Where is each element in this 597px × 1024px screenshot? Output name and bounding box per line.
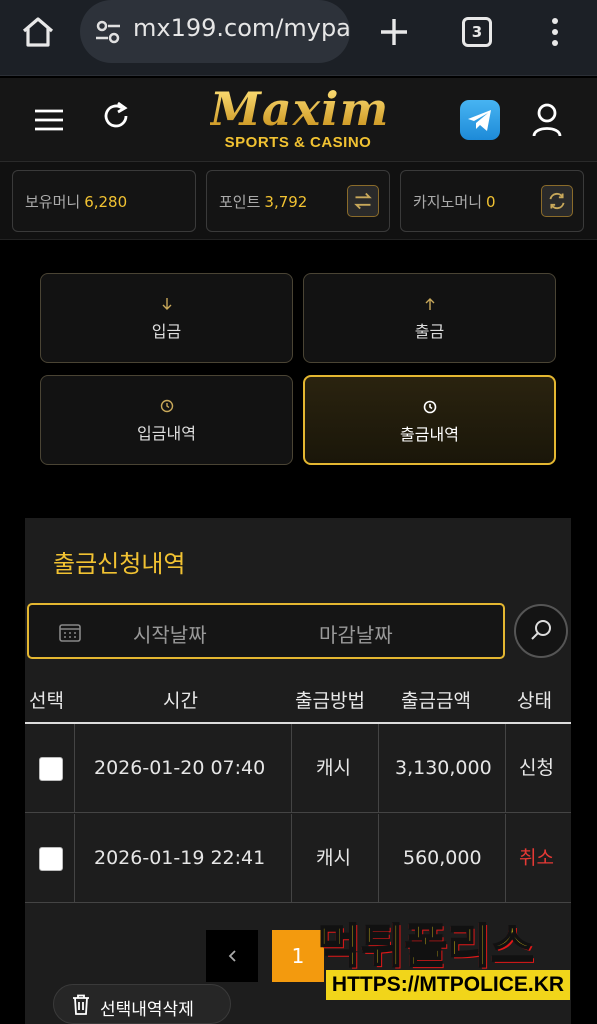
new-tab-icon[interactable]	[376, 14, 412, 50]
balance-point: 포인트 3,792	[206, 170, 390, 232]
balance-casino: 카지노머니 0	[400, 170, 584, 232]
row-method: 캐시	[316, 847, 351, 869]
watermark-url: HTTPS://MTPOLICE.KR	[326, 970, 570, 1000]
refresh-icon[interactable]	[100, 100, 132, 132]
balance-point-value: 3,792	[264, 193, 308, 211]
site-header: Maxim SPORTS & CASINO	[0, 78, 597, 162]
deposit-history-label: 입금내역	[137, 424, 196, 443]
search-icon	[531, 620, 551, 640]
row-time: 2026-01-20 07:40	[94, 757, 266, 779]
balance-money-value: 6,280	[84, 193, 128, 211]
delete-selected-label: 선택내역삭제	[100, 1000, 194, 1020]
watermark-title: 먹튀폴리스	[317, 918, 535, 974]
menu-icon[interactable]	[34, 108, 64, 132]
address-bar[interactable]: mx199.com/mypa	[80, 0, 351, 63]
logo-subtitle: SPORTS & CASINO	[224, 134, 372, 151]
balance-money-label: 보유머니 6,280	[25, 193, 128, 211]
balance-casino-label: 카지노머니 0	[413, 193, 496, 211]
row-checkbox[interactable]	[39, 847, 63, 871]
search-button[interactable]	[514, 604, 568, 658]
chevron-left-icon	[228, 950, 236, 962]
url-text[interactable]: mx199.com/mypa	[133, 14, 351, 42]
site-logo[interactable]: Maxim SPORTS & CASINO	[210, 82, 390, 156]
deposit-button[interactable]: 입금	[40, 273, 293, 363]
row-amount: 560,000	[403, 847, 482, 869]
row-checkbox[interactable]	[39, 757, 63, 781]
casino-refresh-button[interactable]	[541, 185, 573, 217]
table-row: 2026-01-20 07:40 캐시 3,130,000 신청	[25, 724, 571, 813]
arrow-down-icon	[162, 298, 171, 310]
arrow-up-icon	[425, 298, 434, 310]
start-date-input[interactable]: 시작날짜	[133, 619, 207, 648]
pagination-prev-button[interactable]	[206, 930, 258, 982]
point-convert-button[interactable]	[347, 185, 379, 217]
date-range-field[interactable]: 시작날짜 마감날짜	[27, 603, 505, 659]
balance-casino-value: 0	[486, 193, 496, 211]
watermark: 먹튀폴리스 HTTPS://MTPOLICE.KR	[317, 910, 570, 1002]
more-menu-icon[interactable]	[545, 14, 565, 50]
row-amount: 3,130,000	[395, 757, 492, 779]
end-date-input[interactable]: 마감날짜	[319, 619, 393, 648]
panel-title: 출금신청내역	[53, 550, 186, 578]
row-status: 취소	[519, 847, 554, 869]
trash-icon	[73, 994, 89, 1015]
swap-icon	[354, 192, 372, 210]
withdraw-label: 출금	[414, 322, 445, 341]
withdraw-history-button[interactable]: 출금내역	[303, 375, 556, 465]
refresh-icon	[549, 192, 565, 210]
telegram-button[interactable]	[460, 100, 500, 140]
pagination-page-current[interactable]: 1	[272, 930, 324, 982]
row-status: 신청	[519, 757, 554, 779]
deposit-history-button[interactable]: 입금내역	[40, 375, 293, 465]
table-row: 2026-01-19 22:41 캐시 560,000 취소	[25, 814, 571, 903]
home-icon[interactable]	[18, 14, 58, 50]
row-method: 캐시	[316, 757, 351, 779]
site-settings-icon[interactable]	[94, 18, 122, 46]
row-time: 2026-01-19 22:41	[94, 847, 266, 869]
withdraw-history-label: 출금내역	[400, 425, 459, 444]
withdraw-button[interactable]: 출금	[303, 273, 556, 363]
browser-toolbar: mx199.com/mypa 3	[0, 0, 597, 76]
telegram-icon	[468, 110, 491, 131]
th-amount: 출금금액	[401, 690, 471, 712]
deposit-label: 입금	[151, 322, 182, 341]
th-method: 출금방법	[295, 690, 365, 712]
balance-money: 보유머니 6,280	[12, 170, 196, 232]
logo-wordmark: Maxim	[210, 82, 390, 136]
user-icon[interactable]	[530, 102, 564, 138]
balance-point-label: 포인트 3,792	[219, 193, 308, 211]
th-time: 시간	[163, 690, 198, 712]
th-status: 상태	[517, 690, 552, 712]
th-select: 선택	[29, 690, 64, 712]
calendar-icon	[59, 624, 81, 642]
history-icon	[160, 399, 173, 413]
history-icon	[423, 400, 436, 414]
delete-selected-button[interactable]: 선택내역삭제	[53, 984, 231, 1024]
balance-bar: 보유머니 6,280 포인트 3,792 카지노머니 0	[0, 162, 597, 240]
tab-switcher-button[interactable]: 3	[462, 17, 492, 47]
